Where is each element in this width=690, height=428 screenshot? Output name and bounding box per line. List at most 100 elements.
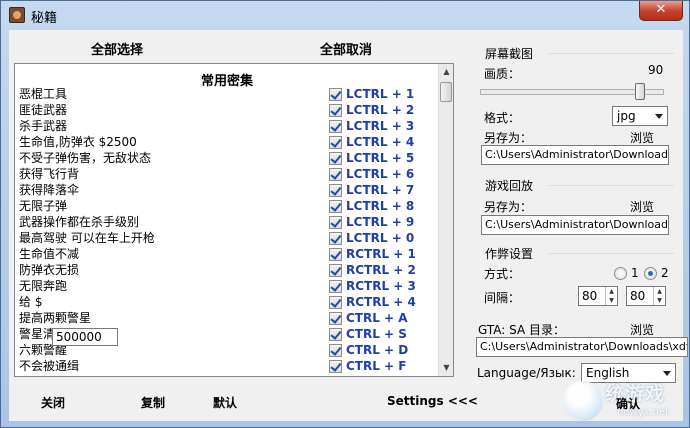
gta-dir-label: GTA: SA 目录： — [478, 323, 565, 337]
cheat-key-row[interactable]: CTRL + A — [329, 310, 439, 326]
cheats-window: 秘籍 ✕ 全部选择 全部取消 常用密集 恶棍工具 匪徒武器 杀手武器 生命值,防弹衣 … — [0, 0, 690, 428]
cheat-hotkey-label: RCTRL + 4 — [346, 295, 416, 309]
screenshot-group-line — [548, 53, 674, 54]
cheat-key-row[interactable]: CTRL + F — [329, 358, 439, 374]
close-window-button[interactable]: ✕ — [639, 1, 683, 21]
interval-b-stepper[interactable]: 80 ▲ ▼ — [626, 286, 666, 306]
scroll-up-arrow-icon[interactable]: ▲ — [439, 64, 453, 80]
cheat-key-row[interactable]: RCTRL + 1 — [329, 246, 439, 262]
mode-label: 方式： — [484, 267, 521, 281]
close-button[interactable]: 关闭 — [41, 394, 65, 411]
cheat-enabled-checkbox[interactable] — [329, 119, 342, 133]
cheat-hotkey-label: LCTRL + 1 — [346, 87, 415, 101]
cheat-key-row[interactable]: LCTRL + 7 — [329, 182, 439, 198]
cheat-key-row[interactable]: LCTRL + 3 — [329, 118, 439, 134]
cheat-name: 恶棍工具 — [19, 87, 68, 101]
select-all-button[interactable]: 全部选择 — [91, 39, 143, 58]
title-bar[interactable]: 秘籍 ✕ — [1, 1, 689, 29]
quality-label: 画质： — [484, 67, 521, 81]
cheat-key-row[interactable]: LCTRL + 8 — [329, 198, 439, 214]
cheat-key-row[interactable]: LCTRL + 6 — [329, 166, 439, 182]
mode-radio-2[interactable] — [644, 267, 657, 280]
gta-dir-browse-button[interactable]: 浏览 — [630, 321, 654, 338]
language-select-value: English — [586, 366, 630, 380]
copy-button[interactable]: 复制 — [141, 394, 165, 411]
screenshot-browse-button[interactable]: 浏览 — [630, 129, 654, 146]
cheat-key-row[interactable]: RCTRL + 4 — [329, 294, 439, 310]
cheat-enabled-checkbox[interactable] — [329, 183, 342, 197]
cheat-enabled-checkbox[interactable] — [329, 215, 342, 229]
cheat-hotkey-label: RCTRL + 1 — [346, 247, 416, 261]
cheat-enabled-checkbox[interactable] — [329, 167, 342, 181]
cheat-name: 生命值,防弹衣 $2500 — [19, 135, 137, 149]
cheat-hotkey-label: LCTRL + 3 — [346, 119, 415, 133]
replay-path-field[interactable]: C:\Users\Administrator\Downloads\xc — [481, 215, 669, 235]
cheat-key-row[interactable]: CTRL + S — [329, 326, 439, 342]
cheat-enabled-checkbox[interactable] — [329, 279, 342, 293]
cheat-enabled-checkbox[interactable] — [329, 247, 342, 261]
screenshot-path-field[interactable]: C:\Users\Administrator\Downloads\xc — [481, 145, 669, 165]
mode-radio-1[interactable] — [614, 267, 627, 280]
cheat-hotkey-label: CTRL + S — [346, 327, 407, 341]
cheat-enabled-checkbox[interactable] — [329, 199, 342, 213]
cheat-enabled-checkbox[interactable] — [329, 231, 342, 245]
cheat-hotkey-label: LCTRL + 8 — [346, 199, 415, 213]
app-icon — [9, 7, 25, 23]
cheat-hotkey-label: LCTRL + 6 — [346, 167, 415, 181]
window-title: 秘籍 — [31, 11, 58, 26]
cheat-key-row[interactable]: RCTRL + 3 — [329, 278, 439, 294]
cheat-enabled-checkbox[interactable] — [329, 87, 342, 101]
settings-toggle-button[interactable]: Settings <<< — [387, 394, 478, 408]
confirm-button[interactable]: 确认 — [616, 395, 640, 412]
cheat-name: 提高两颗警星 — [19, 311, 92, 325]
cheat-key-row[interactable]: LCTRL + 4 — [329, 134, 439, 150]
cheat-key-row[interactable]: LCTRL + 1 — [329, 86, 439, 102]
cheat-hotkey-label: LCTRL + 9 — [346, 215, 415, 229]
cheat-enabled-checkbox[interactable] — [329, 151, 342, 165]
money-amount-input[interactable]: 500000 — [52, 328, 118, 346]
cheat-hotkey-label: LCTRL + 5 — [346, 151, 415, 165]
cheat-hotkey-label: CTRL + F — [346, 359, 407, 373]
cheat-key-row[interactable]: LCTRL + 2 — [329, 102, 439, 118]
cheat-name: 无限子弹 — [19, 199, 68, 213]
cheat-list-scrollbar[interactable]: ▲ ▼ — [438, 64, 453, 376]
replay-save-as-label: 另存为： — [484, 200, 533, 214]
spin-arrows-icon[interactable]: ▲ ▼ — [605, 287, 617, 305]
quality-slider-thumb[interactable] — [635, 83, 645, 100]
cheat-hotkey-label: LCTRL + 4 — [346, 135, 415, 149]
cheat-enabled-checkbox[interactable] — [329, 135, 342, 149]
scroll-thumb[interactable] — [440, 82, 452, 102]
replay-group-title: 游戏回放 — [485, 179, 534, 193]
cheat-key-row[interactable]: LCTRL + 5 — [329, 150, 439, 166]
cheat-enabled-checkbox[interactable] — [329, 327, 342, 341]
cheat-enabled-checkbox[interactable] — [329, 263, 342, 277]
cheat-enabled-checkbox[interactable] — [329, 103, 342, 117]
cheat-name: 无限奔跑 — [19, 279, 68, 293]
cheat-key-row[interactable]: CTRL + D — [329, 342, 439, 358]
cheat-enabled-checkbox[interactable] — [329, 311, 342, 325]
cheat-hotkey-label: LCTRL + 2 — [346, 103, 415, 117]
cheat-list-panel: 常用密集 恶棍工具 匪徒武器 杀手武器 生命值,防弹衣 $2500 不受子弹伤害，无敌状… — [14, 63, 454, 377]
cheat-enabled-checkbox[interactable] — [329, 343, 342, 357]
cheat-name: 最高驾驶 可以在车上开枪 — [19, 231, 155, 245]
spin-arrows-icon[interactable]: ▲ ▼ — [653, 287, 665, 305]
screenshot-group-title: 屏幕截图 — [485, 47, 534, 61]
chevron-down-icon — [663, 371, 671, 376]
gta-dir-path-field[interactable]: C:\Users\Administrator\Downloads\xdfcs — [476, 337, 688, 357]
replay-browse-button[interactable]: 浏览 — [630, 198, 654, 215]
cheat-enabled-checkbox[interactable] — [329, 359, 342, 373]
cheat-key-row[interactable]: LCTRL + 9 — [329, 214, 439, 230]
cheat-hotkey-label: CTRL + A — [346, 311, 408, 325]
default-button[interactable]: 默认 — [213, 394, 237, 411]
cheat-key-row[interactable]: RCTRL + 2 — [329, 262, 439, 278]
format-select[interactable]: jpg — [612, 106, 668, 126]
deselect-all-button[interactable]: 全部取消 — [320, 39, 372, 58]
scroll-down-arrow-icon[interactable]: ▼ — [439, 360, 453, 376]
cheat-settings-group-line — [548, 253, 674, 254]
cheat-enabled-checkbox[interactable] — [329, 295, 342, 309]
quality-slider[interactable] — [480, 83, 664, 100]
interval-a-stepper[interactable]: 80 ▲ ▼ — [578, 286, 618, 306]
watermark-emblem-icon — [563, 381, 603, 421]
cheat-name: 匪徒武器 — [19, 103, 68, 117]
cheat-key-row[interactable]: LCTRL + 0 — [329, 230, 439, 246]
